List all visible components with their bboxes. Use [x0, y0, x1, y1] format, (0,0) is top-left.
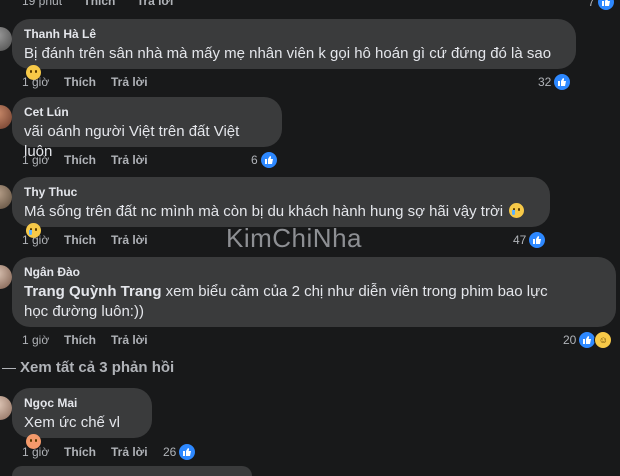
like-reaction-icon: [553, 73, 572, 91]
tagged-user-link[interactable]: Trang Quỳnh Trang: [24, 283, 162, 300]
reaction-summary[interactable]: 26: [163, 443, 197, 461]
comment-time: 19 phút: [22, 0, 63, 8]
avatar[interactable]: [0, 265, 12, 289]
comment-time: 1 giờ: [22, 233, 50, 247]
comment-meta-row: 19 phút Thích Trả lời: [22, 0, 173, 9]
comment-meta-row: 1 giờ Thích Trả lời: [22, 332, 148, 348]
comment-bubble-partial: [12, 466, 252, 476]
reaction-summary[interactable]: 6: [251, 151, 278, 169]
avatar[interactable]: [0, 105, 12, 129]
like-link[interactable]: Thích: [64, 232, 111, 248]
comment-bubble: Thanh Hà Lê Bị đánh trên sân nhà mà mấy …: [12, 19, 576, 80]
comment-bubble: Ngân Đào Trang Quỳnh Trang xem biểu cảm …: [12, 257, 616, 327]
comment-meta-row: 1 giờ Thích Trả lời: [22, 444, 148, 460]
reaction-count: 47: [513, 233, 527, 247]
view-all-replies-link[interactable]: Xem tất cả 3 phản hồi: [2, 358, 174, 378]
like-link[interactable]: Thích: [64, 152, 111, 168]
reaction-summary[interactable]: 32: [538, 73, 572, 91]
comment-time: 1 giờ: [22, 153, 50, 167]
like-link[interactable]: Thích: [64, 444, 111, 460]
reaction-summary[interactable]: 20 ☺: [563, 331, 613, 349]
like-reaction-icon: [528, 231, 547, 249]
watermark: KimChiNha: [226, 223, 362, 253]
like-link[interactable]: Thích: [64, 332, 111, 348]
comment-author[interactable]: Cet Lún: [24, 105, 270, 120]
comment-bubble: Ngọc Mai Xem ức chế vl: [12, 388, 152, 449]
reaction-count: 6: [251, 153, 258, 167]
comment-meta-row: 1 giờ Thích Trả lời: [22, 232, 148, 248]
reply-link[interactable]: Trả lời: [111, 74, 148, 90]
comment-time: 1 giờ: [22, 445, 50, 459]
comment-author[interactable]: Thy Thuc: [24, 185, 538, 200]
reply-link[interactable]: Trả lời: [111, 232, 148, 248]
like-reaction-icon: [178, 443, 197, 461]
avatar[interactable]: [0, 396, 12, 420]
avatar[interactable]: [0, 185, 12, 209]
reaction-count: 32: [538, 75, 552, 89]
reply-link[interactable]: Trả lời: [111, 444, 148, 460]
comment-time: 1 giờ: [22, 333, 50, 347]
reply-link[interactable]: Trả lời: [137, 0, 174, 8]
reaction-summary[interactable]: 47: [513, 231, 547, 249]
reaction-count: 20: [563, 333, 577, 347]
reply-link[interactable]: Trả lời: [111, 152, 148, 168]
like-reaction-icon: [596, 0, 615, 11]
comment-author[interactable]: Ngân Đào: [24, 265, 604, 280]
comment-bubble: Thy Thuc Má sống trên đất nc mình mà còn…: [12, 177, 550, 238]
comment-author[interactable]: Ngọc Mai: [24, 396, 140, 411]
reaction-summary[interactable]: 7: [588, 0, 615, 11]
comment-bubble: Cet Lún vãi oánh người Việt trên đất Việ…: [12, 97, 282, 160]
like-link[interactable]: Thích: [83, 0, 115, 8]
comment-time: 1 giờ: [22, 75, 50, 89]
comment-meta-row: 1 giờ Thích Trả lời: [22, 152, 148, 168]
crying-emoji-icon: [509, 203, 525, 218]
comment-text: Trang Quỳnh Trang xem biểu cảm của 2 chị…: [24, 283, 548, 320]
like-link[interactable]: Thích: [64, 74, 111, 90]
avatar[interactable]: [0, 27, 12, 51]
reaction-count: 26: [163, 445, 177, 459]
reply-link[interactable]: Trả lời: [111, 332, 148, 348]
haha-reaction-icon: ☺: [594, 331, 613, 349]
comment-meta-row: 1 giờ Thích Trả lời: [22, 74, 148, 90]
reply-thread-line: [2, 367, 16, 369]
comment-author[interactable]: Thanh Hà Lê: [24, 27, 564, 42]
reaction-count: 7: [588, 0, 595, 9]
like-reaction-icon: [259, 151, 278, 169]
